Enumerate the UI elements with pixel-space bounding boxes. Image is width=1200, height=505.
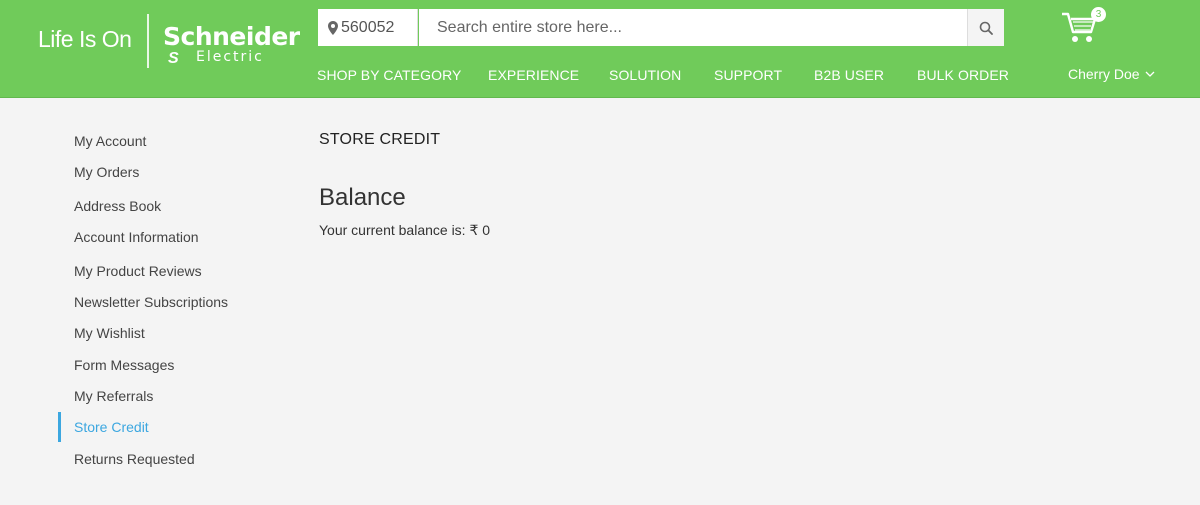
sidebar-item-returns-requested[interactable]: Returns Requested <box>74 451 195 467</box>
nav-b2b-user[interactable]: B2B USER <box>814 67 884 83</box>
sidebar-item-newsletter-subscriptions[interactable]: Newsletter Subscriptions <box>74 294 228 310</box>
nav-experience[interactable]: EXPERIENCE <box>488 67 579 83</box>
map-pin-icon <box>328 20 338 35</box>
sidebar-item-my-orders[interactable]: My Orders <box>74 164 139 180</box>
brand-logo[interactable]: Schneider <box>163 22 300 51</box>
sidebar-item-my-account[interactable]: My Account <box>74 133 146 149</box>
balance-value-text: Your current balance is: ₹ 0 <box>319 222 491 238</box>
nav-shop-by-category[interactable]: SHOP BY CATEGORY <box>317 67 462 83</box>
nav-solution[interactable]: SOLUTION <box>609 67 681 83</box>
pincode-value: 560052 <box>341 18 395 36</box>
page-title: STORE CREDIT <box>319 131 441 148</box>
nav-support[interactable]: SUPPORT <box>714 67 782 83</box>
search-input[interactable] <box>419 9 967 46</box>
balance-heading: Balance <box>319 184 406 211</box>
active-indicator <box>58 412 61 442</box>
chevron-down-icon <box>1145 71 1155 77</box>
site-header: Life Is On Schneider S Electric 560052 3… <box>0 0 1200 98</box>
brand-mark-icon: S <box>168 50 179 67</box>
brand-sub-text: Electric <box>196 49 264 65</box>
sidebar-item-account-information[interactable]: Account Information <box>74 229 199 245</box>
user-menu[interactable]: Cherry Doe <box>1068 66 1155 82</box>
sidebar-item-my-wishlist[interactable]: My Wishlist <box>74 325 145 341</box>
user-name: Cherry Doe <box>1068 66 1140 82</box>
cart-count-badge: 3 <box>1091 7 1106 22</box>
logo-divider <box>147 14 149 68</box>
nav-bulk-order[interactable]: BULK ORDER <box>917 67 1009 83</box>
sidebar-item-store-credit[interactable]: Store Credit <box>74 419 149 435</box>
search-button[interactable] <box>967 9 1004 46</box>
sidebar-item-address-book[interactable]: Address Book <box>74 198 161 214</box>
sidebar-item-my-product-reviews[interactable]: My Product Reviews <box>74 263 202 279</box>
sidebar-item-my-referrals[interactable]: My Referrals <box>74 388 153 404</box>
tagline-logo[interactable]: Life Is On <box>38 26 132 53</box>
search-icon <box>979 21 993 35</box>
pincode-box[interactable]: 560052 <box>318 9 418 46</box>
sidebar-item-form-messages[interactable]: Form Messages <box>74 357 174 373</box>
